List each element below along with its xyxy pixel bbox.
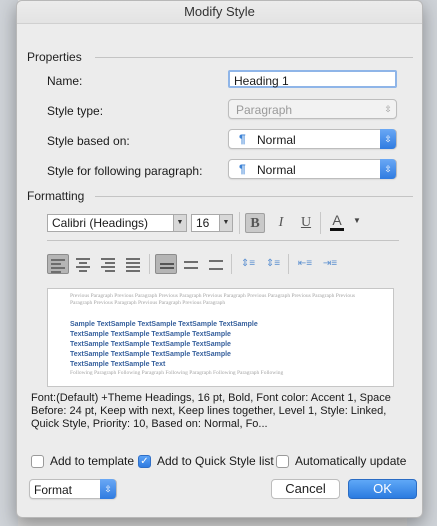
font-color-dropdown-icon[interactable]: ▼ (353, 216, 361, 225)
following-popup[interactable]: ¶ Normal ⇳ (228, 159, 397, 179)
add-to-template-label[interactable]: Add to template (50, 454, 134, 468)
style-description: Font:(Default) +Theme Headings, 16 pt, B… (31, 392, 391, 430)
italic-button[interactable]: I (271, 213, 291, 233)
preview-sample-line: TextSample TextSample TextSample TextSam… (70, 351, 231, 358)
toolbar-separator (239, 212, 240, 234)
font-color-label: A (332, 212, 342, 228)
decrease-indent-icon: ⇤≡ (297, 258, 313, 269)
style-preview: Previous Paragraph Previous Paragraph Pr… (47, 288, 394, 387)
one-half-spacing-icon (184, 259, 198, 271)
formatting-section-label: Formatting (27, 189, 85, 203)
decrease-spacing-button[interactable]: ⇕≡ (237, 254, 259, 274)
align-left-button[interactable] (47, 254, 69, 274)
style-type-popup: Paragraph ⇳ (228, 99, 397, 119)
format-popup[interactable]: Format ⇳ (29, 479, 117, 499)
font-size-combo[interactable]: 16 ▼ (191, 214, 233, 232)
ok-button[interactable]: OK (348, 479, 417, 499)
formatting-divider (95, 196, 413, 197)
following-label: Style for following paragraph: (47, 164, 203, 178)
add-to-quick-style-checkbox[interactable]: ✓ (138, 455, 151, 468)
preview-content: Previous Paragraph Previous Paragraph Pr… (48, 289, 393, 377)
align-left-icon (51, 257, 65, 275)
style-type-value: Paragraph (236, 103, 293, 117)
based-on-label: Style based on: (47, 134, 130, 148)
properties-section-label: Properties (27, 50, 82, 64)
format-label: Format (34, 483, 73, 497)
modify-style-dialog: Modify Style Properties Name: Heading 1 … (16, 0, 423, 518)
formatting-row-divider (47, 240, 399, 241)
stepper-icon: ⇳ (384, 104, 392, 114)
double-spacing-button[interactable] (205, 254, 227, 274)
following-value: Normal (257, 163, 296, 177)
preview-following-paragraph: Following Paragraph Following Paragraph … (70, 370, 284, 376)
cancel-button[interactable]: Cancel (271, 479, 340, 499)
add-to-template-checkbox[interactable] (31, 455, 44, 468)
preview-previous-paragraph: Previous Paragraph Previous Paragraph Pr… (70, 293, 356, 306)
pilcrow-icon: ¶ (239, 132, 246, 146)
double-spacing-icon (209, 258, 223, 272)
justify-button[interactable] (122, 254, 144, 274)
align-center-button[interactable] (72, 254, 94, 274)
dropdown-arrow-icon[interactable]: ▼ (173, 215, 186, 231)
name-field[interactable]: Heading 1 (228, 70, 397, 88)
increase-indent-button[interactable]: ⇥≡ (319, 254, 341, 274)
style-type-label: Style type: (47, 104, 104, 118)
single-spacing-button[interactable] (155, 254, 177, 274)
based-on-value: Normal (257, 133, 296, 147)
font-color-swatch (330, 228, 344, 231)
add-to-quick-style-label[interactable]: Add to Quick Style list (157, 454, 274, 468)
one-half-spacing-button[interactable] (180, 254, 202, 274)
dropdown-arrow-icon[interactable]: ▼ (219, 215, 232, 231)
align-right-button[interactable] (97, 254, 119, 274)
decrease-indent-button[interactable]: ⇤≡ (294, 254, 316, 274)
toolbar-separator (231, 254, 232, 274)
auto-update-checkbox[interactable] (276, 455, 289, 468)
checkmark-icon: ✓ (140, 456, 149, 467)
pilcrow-icon: ¶ (239, 162, 246, 176)
stepper-icon: ⇳ (380, 129, 396, 149)
font-name-value: Calibri (Headings) (52, 216, 149, 230)
increase-indent-icon: ⇥≡ (322, 258, 338, 269)
toolbar-separator (320, 212, 321, 234)
preview-sample-line: Sample TextSample TextSample TextSample … (70, 321, 258, 328)
stepper-icon: ⇳ (100, 479, 116, 499)
align-center-icon (76, 256, 90, 274)
dialog-title: Modify Style (17, 1, 422, 24)
toolbar-separator (288, 254, 289, 274)
name-label: Name: (47, 74, 83, 88)
font-name-combo[interactable]: Calibri (Headings) ▼ (47, 214, 187, 232)
font-color-button[interactable]: A (327, 212, 347, 232)
preview-sample-line: TextSample TextSample TextSample TextSam… (70, 341, 231, 348)
bold-button[interactable]: B (245, 213, 265, 233)
font-size-value: 16 (196, 216, 210, 230)
single-spacing-icon (160, 261, 174, 271)
stepper-icon: ⇳ (380, 159, 396, 179)
justify-icon (126, 256, 140, 274)
properties-divider (95, 57, 413, 58)
increase-spacing-button[interactable]: ⇕≡ (262, 254, 284, 274)
preview-sample-line: TextSample TextSample Text (70, 361, 166, 368)
auto-update-label[interactable]: Automatically update (295, 454, 406, 468)
based-on-popup[interactable]: ¶ Normal ⇳ (228, 129, 397, 149)
preview-sample-line: TextSample TextSample TextSample TextSam… (70, 331, 231, 338)
align-right-icon (101, 256, 115, 274)
decrease-spacing-icon: ⇕≡ (240, 258, 256, 269)
underline-button[interactable]: U (296, 213, 316, 233)
increase-spacing-icon: ⇕≡ (265, 258, 281, 269)
toolbar-separator (149, 254, 150, 274)
